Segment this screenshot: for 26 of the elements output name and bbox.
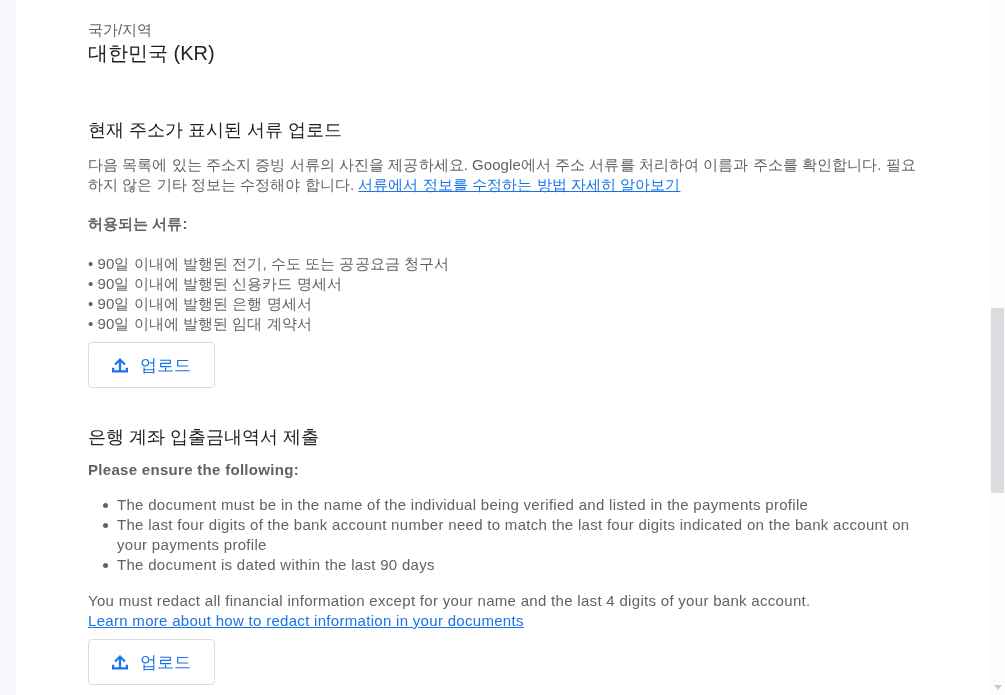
requirement-list-item: The document is dated within the last 90 days (117, 555, 435, 575)
description-text: 다음 목록에 있는 주소지 증빙 서류의 사진을 제공하세요. Google에서 주소 서류를 처리하여 이름과 주소를 확인합니다. 필요하지 않은 기타 정보는 수정해야 합니다. 서류에서 정보를 수정하는 방법 자세히 알아보기 (88, 155, 917, 195)
document-list-item: • 90일 이내에 발행된 신용카드 명세서 (88, 274, 343, 294)
document-list-item: • 90일 이내에 발행된 전기, 수도 또는 공공요금 청구서 (88, 254, 450, 274)
document-list-item: • 90일 이내에 발행된 임대 계약서 (88, 314, 313, 334)
upload-icon (112, 357, 128, 373)
down-arrow-icon[interactable] (993, 685, 1002, 690)
document-list-item: • 90일 이내에 발행된 은행 명세서 (88, 294, 313, 314)
note-text: You must redact all financial information except for your name and the last 4 digits of your bank account. Learn more about how to redact information in your documents (88, 591, 812, 631)
section-title: 은행 계좌 입출금내역서 제출 (88, 426, 319, 449)
learn-more-link[interactable]: 서류에서 정보를 수정하는 방법 자세히 알아보기 (358, 176, 681, 193)
upload-button[interactable]: 업로드 (88, 342, 215, 388)
requirement-list-item: The last four digits of the bank account number need to match the last four digits indicated on the bank account on your payments profile (117, 515, 911, 555)
upload-icon (112, 654, 128, 670)
bullet-icon (103, 563, 108, 568)
upload-button[interactable]: 업로드 (88, 639, 215, 685)
country-value: 대한민국 (KR) (88, 41, 216, 66)
country-label: 국가/지역 (88, 20, 154, 40)
list-heading: Please ensure the following: (88, 460, 299, 480)
learn-more-link[interactable]: Learn more about how to redact information in your documents (88, 612, 524, 629)
bullet-icon (103, 523, 108, 528)
requirement-list-item: The document must be in the name of the individual being verified and listed in the payments profile (117, 495, 809, 515)
list-heading: 허용되는 서류: (88, 214, 188, 234)
bullet-icon (103, 503, 108, 508)
section-title: 현재 주소가 표시된 서류 업로드 (88, 119, 342, 142)
scrollbar-thumb[interactable] (991, 308, 1004, 493)
